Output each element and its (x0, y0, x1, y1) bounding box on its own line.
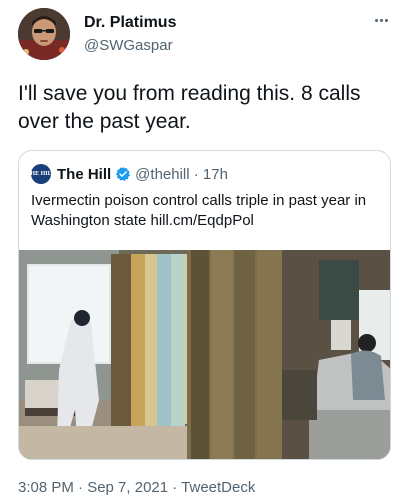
tweet-text: I'll save you from reading this. 8 calls… (18, 82, 361, 133)
quoted-tweet-header: THE HILL The Hill @thehill · 17h (26, 163, 228, 185)
quoted-tweet-card[interactable]: THE HILL The Hill @thehill · 17h Ivermec… (18, 150, 391, 460)
author-names: Dr. Platimus @SWGaspar (84, 13, 176, 56)
tweet-meta[interactable]: 3:08 PM · Sep 7, 2021 · TweetDeck (18, 479, 255, 496)
user-avatar-image (18, 8, 70, 60)
quoted-tweet-image[interactable] (19, 250, 391, 460)
quoted-author-handle-time[interactable]: @thehill · 17h (135, 166, 228, 183)
more-options-icon[interactable] (369, 10, 393, 30)
author-handle[interactable]: @SWGaspar (84, 36, 176, 56)
hill-logo-text: THE HILL (26, 171, 56, 177)
tweet-header: Dr. Platimus @SWGaspar (0, 0, 407, 70)
the-hill-logo-icon: THE HILL (26, 164, 56, 184)
verified-badge-icon (116, 167, 131, 181)
avatar[interactable] (18, 8, 70, 60)
quoted-author-name[interactable]: The Hill (57, 166, 111, 183)
quoted-tweet-text: Ivermectin poison control calls triple i… (31, 192, 367, 229)
author-display-name[interactable]: Dr. Platimus (84, 13, 176, 33)
